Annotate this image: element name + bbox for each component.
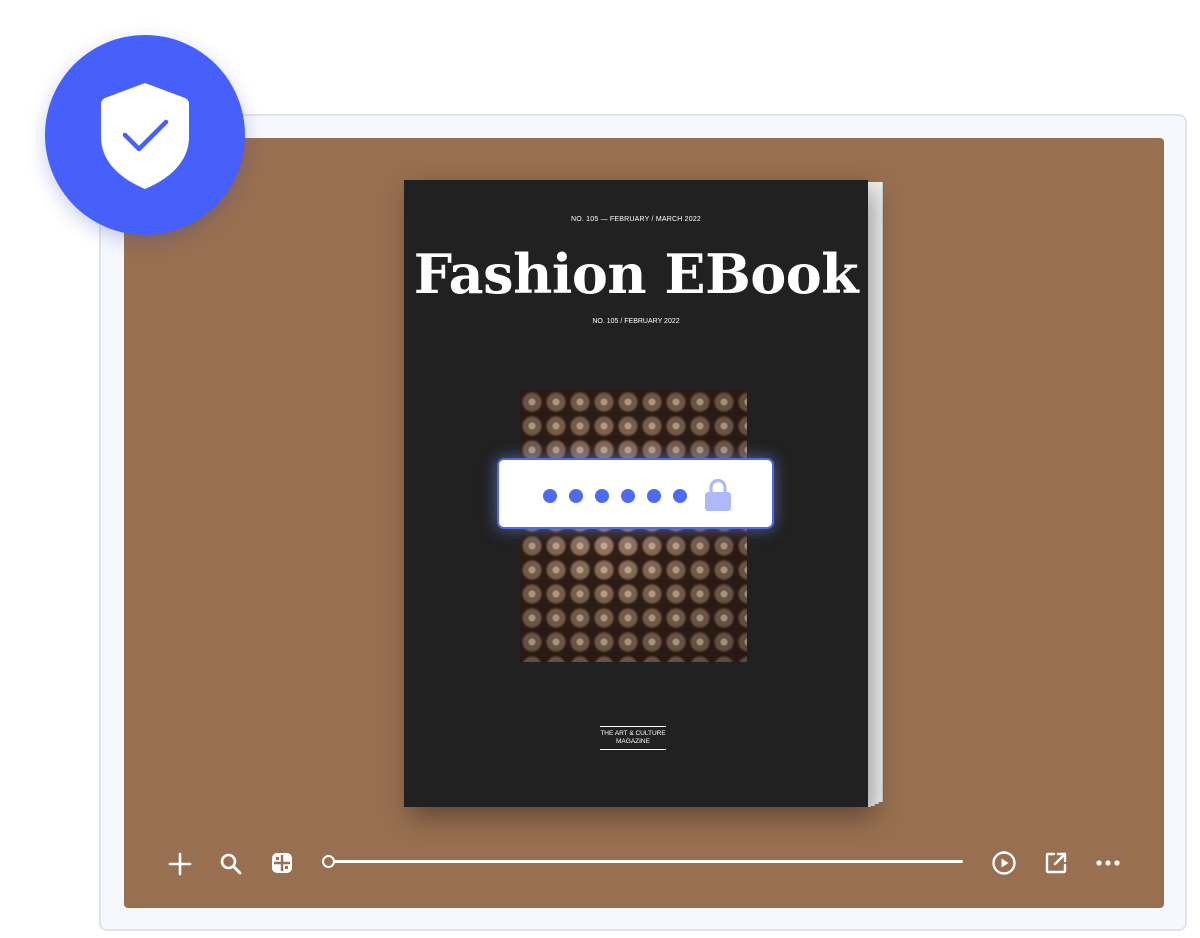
password-dot — [621, 489, 635, 503]
masked-password: •••••• — [499, 460, 500, 461]
password-dot — [569, 489, 583, 503]
grid-view-icon[interactable] — [270, 851, 294, 875]
search-icon[interactable] — [219, 852, 243, 876]
password-dot — [647, 489, 661, 503]
tagline-line-2: MAGAZINE — [616, 738, 650, 745]
ebook-title: Fashion EBook — [413, 242, 859, 306]
password-dot — [595, 489, 609, 503]
zoom-in-icon[interactable] — [168, 852, 192, 876]
password-field[interactable]: •••••• — [497, 458, 774, 529]
play-icon[interactable] — [991, 850, 1017, 876]
page-edge — [874, 182, 883, 802]
issue-line-sub: NO. 105 / FEBRUARY 2022 — [592, 318, 680, 325]
issue-line-top: NO. 105 — FEBRUARY / MARCH 2022 — [570, 216, 702, 223]
share-icon[interactable] — [1043, 850, 1069, 876]
lock-icon — [705, 478, 731, 511]
magazine-tagline: THE ART & CULTURE MAGAZINE — [600, 726, 666, 750]
page-slider-thumb[interactable] — [322, 855, 335, 868]
more-icon[interactable] — [1095, 850, 1121, 876]
security-badge — [45, 35, 245, 235]
tagline-line-1: THE ART & CULTURE — [600, 730, 666, 737]
password-dot — [543, 489, 557, 503]
password-dot — [673, 489, 687, 503]
page-slider-track[interactable] — [331, 860, 963, 863]
shield-check-icon — [101, 83, 189, 189]
